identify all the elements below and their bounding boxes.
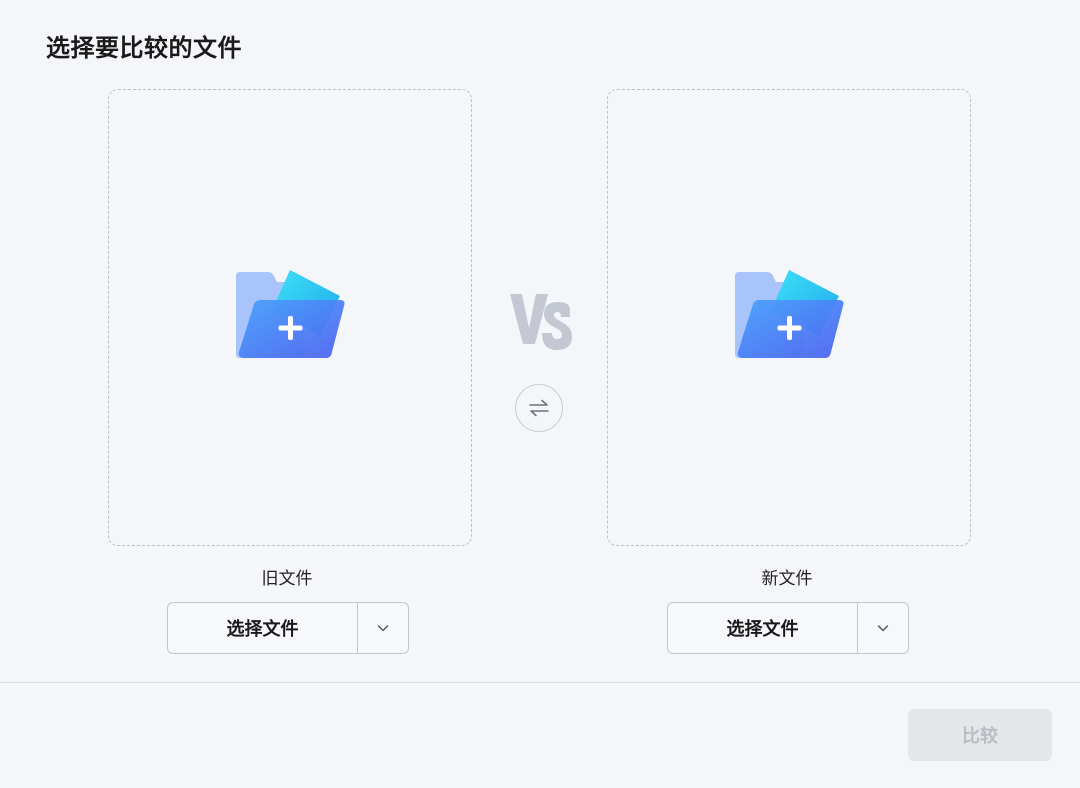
swap-files-button[interactable] [515, 384, 563, 432]
old-file-select-group: 选择文件 [167, 602, 409, 654]
compare-button[interactable]: 比较 [908, 709, 1052, 761]
compare-files-dialog: 选择要比较的文件 旧文件 新文件 选择文件 选择文件 比较 [0, 0, 1080, 788]
old-file-label: 旧文件 [261, 569, 313, 589]
new-file-select-group: 选择文件 [667, 602, 909, 654]
old-file-dropzone[interactable] [108, 89, 472, 546]
new-file-dropdown-button[interactable] [858, 603, 908, 653]
chevron-down-icon [877, 625, 889, 632]
swap-arrows-icon [529, 399, 549, 417]
chevron-down-icon [377, 625, 389, 632]
folder-add-icon [735, 270, 844, 358]
footer-divider [0, 682, 1080, 683]
old-file-dropdown-button[interactable] [358, 603, 408, 653]
new-file-label: 新文件 [761, 569, 813, 589]
new-file-dropzone[interactable] [607, 89, 971, 546]
page-title: 选择要比较的文件 [46, 34, 242, 62]
new-file-select-button[interactable]: 选择文件 [668, 603, 858, 653]
folder-add-icon [236, 270, 345, 358]
vs-logo [510, 294, 572, 350]
old-file-select-button[interactable]: 选择文件 [168, 603, 358, 653]
